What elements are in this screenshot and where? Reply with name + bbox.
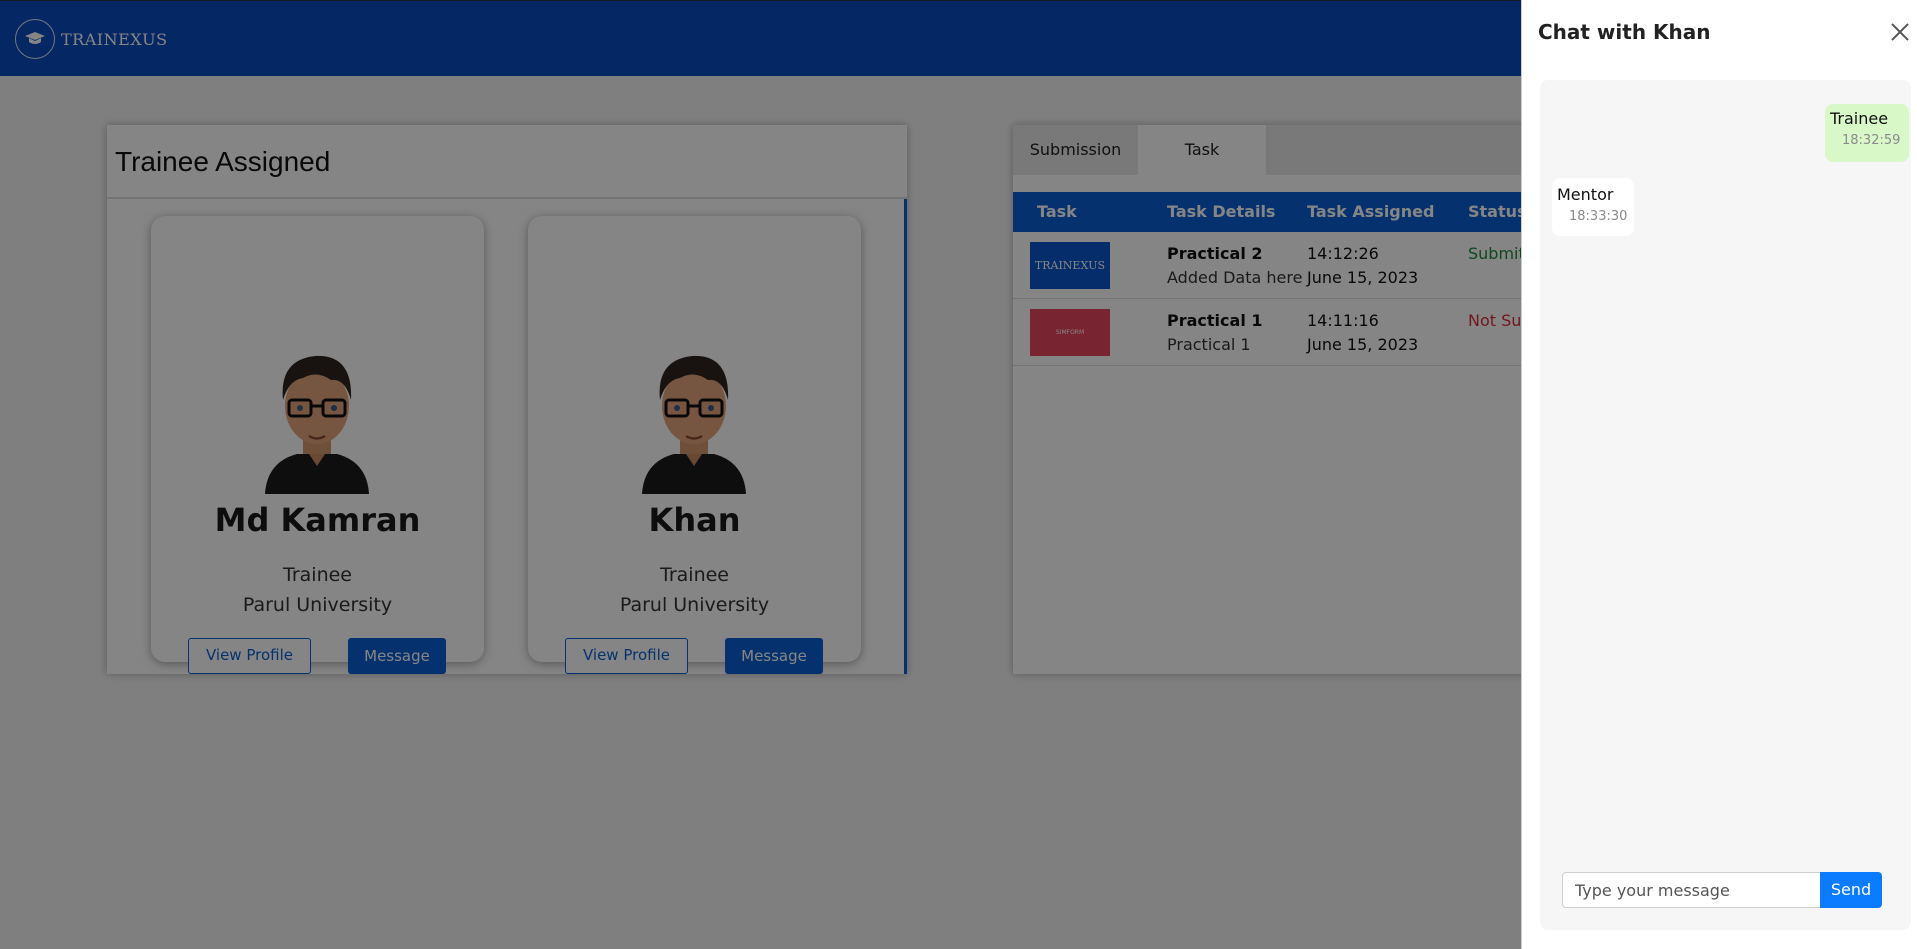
chat-message-outgoing: Trainee 18:32:59 — [1825, 104, 1909, 162]
chat-messages[interactable]: Trainee 18:32:59 Mentor 18:33:30 — [1540, 80, 1911, 930]
close-icon[interactable] — [1888, 20, 1912, 44]
chat-title: Chat with Khan — [1538, 20, 1711, 44]
message-text: Trainee — [1830, 109, 1889, 128]
chat-drawer: Chat with Khan Trainee 18:32:59 Mentor 1… — [1521, 0, 1917, 949]
message-input[interactable] — [1562, 872, 1820, 908]
message-time: 18:32:59 — [1842, 133, 1901, 148]
message-time: 18:33:30 — [1569, 209, 1628, 224]
chat-message-incoming: Mentor 18:33:30 — [1552, 178, 1634, 236]
send-button[interactable]: Send — [1820, 872, 1882, 908]
message-text: Mentor — [1557, 185, 1614, 204]
